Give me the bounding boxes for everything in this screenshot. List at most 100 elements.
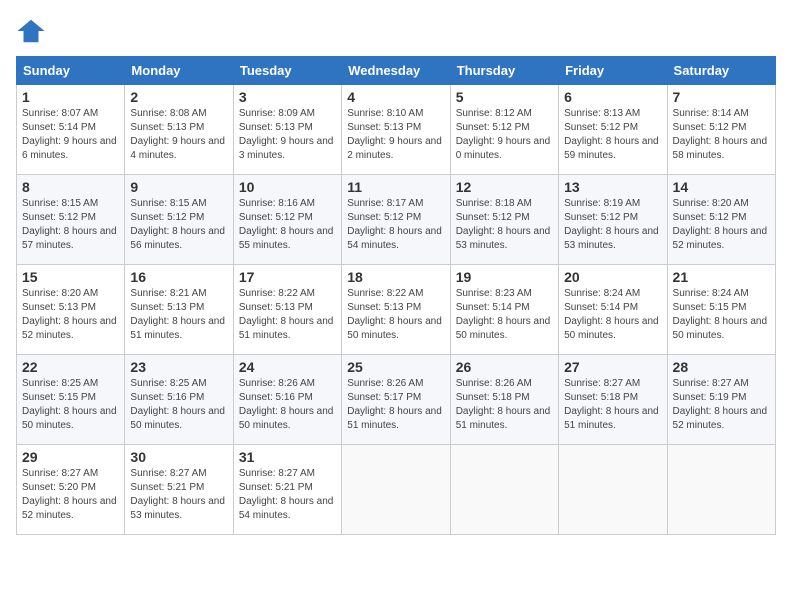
day-info: Sunrise: 8:26 AMSunset: 5:18 PMDaylight:… — [456, 377, 553, 433]
day-info: Sunrise: 8:21 AMSunset: 5:13 PMDaylight:… — [130, 287, 227, 343]
day-number: 25 — [347, 359, 444, 375]
day-number: 9 — [130, 179, 227, 195]
day-cell: 23 Sunrise: 8:25 AMSunset: 5:16 PMDaylig… — [125, 355, 233, 445]
day-info: Sunrise: 8:23 AMSunset: 5:14 PMDaylight:… — [456, 287, 553, 343]
day-cell: 25 Sunrise: 8:26 AMSunset: 5:17 PMDaylig… — [342, 355, 450, 445]
day-cell: 9 Sunrise: 8:15 AMSunset: 5:12 PMDayligh… — [125, 175, 233, 265]
day-cell: 7 Sunrise: 8:14 AMSunset: 5:12 PMDayligh… — [667, 85, 775, 175]
day-number: 12 — [456, 179, 553, 195]
day-cell: 2 Sunrise: 8:08 AMSunset: 5:13 PMDayligh… — [125, 85, 233, 175]
day-number: 27 — [564, 359, 661, 375]
day-cell: 20 Sunrise: 8:24 AMSunset: 5:14 PMDaylig… — [559, 265, 667, 355]
day-number: 20 — [564, 269, 661, 285]
day-info: Sunrise: 8:15 AMSunset: 5:12 PMDaylight:… — [22, 197, 119, 253]
logo — [16, 16, 50, 46]
day-number: 16 — [130, 269, 227, 285]
col-tuesday: Tuesday — [233, 57, 341, 85]
day-cell: 10 Sunrise: 8:16 AMSunset: 5:12 PMDaylig… — [233, 175, 341, 265]
day-cell: 28 Sunrise: 8:27 AMSunset: 5:19 PMDaylig… — [667, 355, 775, 445]
day-number: 15 — [22, 269, 119, 285]
col-thursday: Thursday — [450, 57, 558, 85]
day-number: 14 — [673, 179, 770, 195]
day-number: 29 — [22, 449, 119, 465]
day-info: Sunrise: 8:09 AMSunset: 5:13 PMDaylight:… — [239, 107, 336, 163]
week-row-1: 1 Sunrise: 8:07 AMSunset: 5:14 PMDayligh… — [17, 85, 776, 175]
day-info: Sunrise: 8:27 AMSunset: 5:18 PMDaylight:… — [564, 377, 661, 433]
col-wednesday: Wednesday — [342, 57, 450, 85]
day-number: 18 — [347, 269, 444, 285]
header — [16, 16, 776, 46]
day-cell — [667, 445, 775, 535]
day-cell: 4 Sunrise: 8:10 AMSunset: 5:13 PMDayligh… — [342, 85, 450, 175]
day-info: Sunrise: 8:19 AMSunset: 5:12 PMDaylight:… — [564, 197, 661, 253]
day-cell: 17 Sunrise: 8:22 AMSunset: 5:13 PMDaylig… — [233, 265, 341, 355]
day-cell: 5 Sunrise: 8:12 AMSunset: 5:12 PMDayligh… — [450, 85, 558, 175]
day-number: 28 — [673, 359, 770, 375]
day-info: Sunrise: 8:18 AMSunset: 5:12 PMDaylight:… — [456, 197, 553, 253]
day-cell — [450, 445, 558, 535]
day-number: 2 — [130, 89, 227, 105]
day-number: 30 — [130, 449, 227, 465]
week-row-3: 15 Sunrise: 8:20 AMSunset: 5:13 PMDaylig… — [17, 265, 776, 355]
day-info: Sunrise: 8:07 AMSunset: 5:14 PMDaylight:… — [22, 107, 119, 163]
week-row-5: 29 Sunrise: 8:27 AMSunset: 5:20 PMDaylig… — [17, 445, 776, 535]
day-cell — [559, 445, 667, 535]
day-number: 8 — [22, 179, 119, 195]
day-cell: 19 Sunrise: 8:23 AMSunset: 5:14 PMDaylig… — [450, 265, 558, 355]
day-number: 31 — [239, 449, 336, 465]
day-cell: 14 Sunrise: 8:20 AMSunset: 5:12 PMDaylig… — [667, 175, 775, 265]
day-number: 13 — [564, 179, 661, 195]
day-number: 7 — [673, 89, 770, 105]
day-cell: 1 Sunrise: 8:07 AMSunset: 5:14 PMDayligh… — [17, 85, 125, 175]
header-row: Sunday Monday Tuesday Wednesday Thursday… — [17, 57, 776, 85]
day-info: Sunrise: 8:08 AMSunset: 5:13 PMDaylight:… — [130, 107, 227, 163]
day-cell — [342, 445, 450, 535]
col-sunday: Sunday — [17, 57, 125, 85]
day-info: Sunrise: 8:24 AMSunset: 5:15 PMDaylight:… — [673, 287, 770, 343]
day-number: 4 — [347, 89, 444, 105]
week-row-2: 8 Sunrise: 8:15 AMSunset: 5:12 PMDayligh… — [17, 175, 776, 265]
day-info: Sunrise: 8:27 AMSunset: 5:19 PMDaylight:… — [673, 377, 770, 433]
day-number: 3 — [239, 89, 336, 105]
day-info: Sunrise: 8:22 AMSunset: 5:13 PMDaylight:… — [347, 287, 444, 343]
day-info: Sunrise: 8:10 AMSunset: 5:13 PMDaylight:… — [347, 107, 444, 163]
day-number: 22 — [22, 359, 119, 375]
day-number: 10 — [239, 179, 336, 195]
day-cell: 29 Sunrise: 8:27 AMSunset: 5:20 PMDaylig… — [17, 445, 125, 535]
day-cell: 31 Sunrise: 8:27 AMSunset: 5:21 PMDaylig… — [233, 445, 341, 535]
col-friday: Friday — [559, 57, 667, 85]
day-cell: 8 Sunrise: 8:15 AMSunset: 5:12 PMDayligh… — [17, 175, 125, 265]
day-cell: 22 Sunrise: 8:25 AMSunset: 5:15 PMDaylig… — [17, 355, 125, 445]
day-info: Sunrise: 8:27 AMSunset: 5:21 PMDaylight:… — [239, 467, 336, 523]
day-number: 23 — [130, 359, 227, 375]
week-row-4: 22 Sunrise: 8:25 AMSunset: 5:15 PMDaylig… — [17, 355, 776, 445]
day-cell: 30 Sunrise: 8:27 AMSunset: 5:21 PMDaylig… — [125, 445, 233, 535]
col-monday: Monday — [125, 57, 233, 85]
day-info: Sunrise: 8:27 AMSunset: 5:20 PMDaylight:… — [22, 467, 119, 523]
day-info: Sunrise: 8:14 AMSunset: 5:12 PMDaylight:… — [673, 107, 770, 163]
day-info: Sunrise: 8:13 AMSunset: 5:12 PMDaylight:… — [564, 107, 661, 163]
day-info: Sunrise: 8:17 AMSunset: 5:12 PMDaylight:… — [347, 197, 444, 253]
day-number: 21 — [673, 269, 770, 285]
day-number: 1 — [22, 89, 119, 105]
day-info: Sunrise: 8:26 AMSunset: 5:16 PMDaylight:… — [239, 377, 336, 433]
day-info: Sunrise: 8:12 AMSunset: 5:12 PMDaylight:… — [456, 107, 553, 163]
day-cell: 16 Sunrise: 8:21 AMSunset: 5:13 PMDaylig… — [125, 265, 233, 355]
day-cell: 21 Sunrise: 8:24 AMSunset: 5:15 PMDaylig… — [667, 265, 775, 355]
day-cell: 12 Sunrise: 8:18 AMSunset: 5:12 PMDaylig… — [450, 175, 558, 265]
day-info: Sunrise: 8:27 AMSunset: 5:21 PMDaylight:… — [130, 467, 227, 523]
day-cell: 6 Sunrise: 8:13 AMSunset: 5:12 PMDayligh… — [559, 85, 667, 175]
day-cell: 24 Sunrise: 8:26 AMSunset: 5:16 PMDaylig… — [233, 355, 341, 445]
day-number: 19 — [456, 269, 553, 285]
day-number: 24 — [239, 359, 336, 375]
day-info: Sunrise: 8:16 AMSunset: 5:12 PMDaylight:… — [239, 197, 336, 253]
day-number: 26 — [456, 359, 553, 375]
logo-icon — [16, 16, 46, 46]
day-cell: 3 Sunrise: 8:09 AMSunset: 5:13 PMDayligh… — [233, 85, 341, 175]
col-saturday: Saturday — [667, 57, 775, 85]
day-cell: 18 Sunrise: 8:22 AMSunset: 5:13 PMDaylig… — [342, 265, 450, 355]
day-info: Sunrise: 8:24 AMSunset: 5:14 PMDaylight:… — [564, 287, 661, 343]
day-cell: 26 Sunrise: 8:26 AMSunset: 5:18 PMDaylig… — [450, 355, 558, 445]
day-info: Sunrise: 8:25 AMSunset: 5:15 PMDaylight:… — [22, 377, 119, 433]
day-cell: 27 Sunrise: 8:27 AMSunset: 5:18 PMDaylig… — [559, 355, 667, 445]
